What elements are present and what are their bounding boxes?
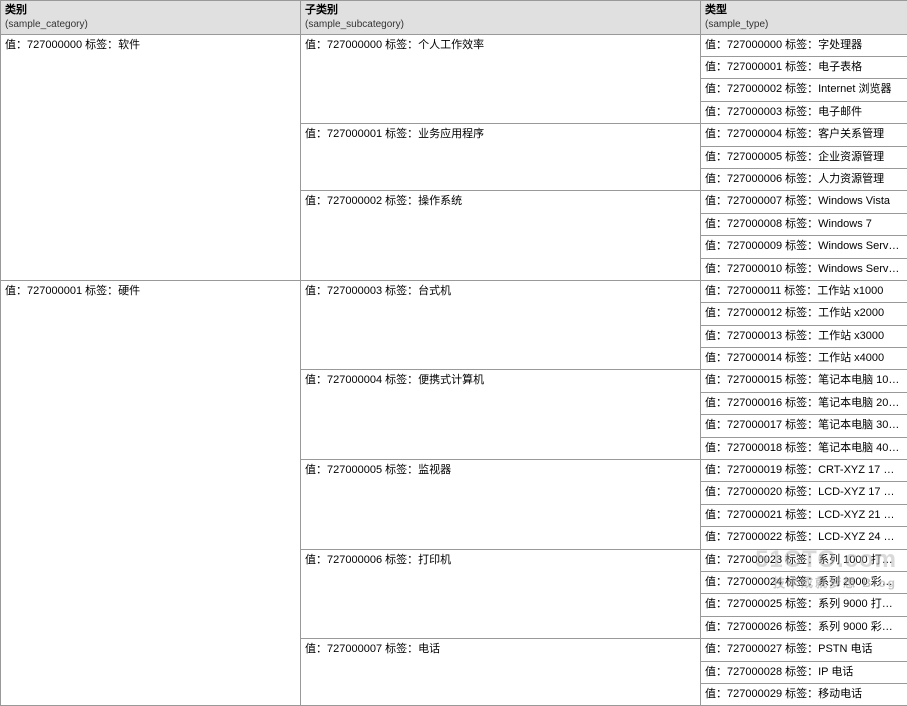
header-type[interactable]: 类型 (sample_type)	[701, 1, 907, 35]
header-category-field: (sample_category)	[5, 19, 88, 30]
category-cell[interactable]: 值：727000000 标签：软件	[1, 35, 301, 281]
subcategory-cell[interactable]: 值：727000004 标签：便携式计算机	[301, 370, 701, 460]
type-container: 值：727000004 标签：客户关系管理值：727000005 标签：企业资源…	[701, 124, 907, 191]
type-cell[interactable]: 值：727000014 标签：工作站 x4000	[701, 348, 907, 370]
subcategory-container: 值：727000000 标签：个人工作效率值：727000000 标签：字处理器…	[301, 35, 907, 281]
subcategory-cell[interactable]: 值：727000001 标签：业务应用程序	[301, 124, 701, 191]
category-table: 类别 (sample_category) 子类别 (sample_subcate…	[0, 0, 907, 706]
type-container: 值：727000023 标签：系列 1000 打印机 - 专用值：7270000…	[701, 550, 907, 640]
header-subcategory[interactable]: 子类别 (sample_subcategory)	[301, 1, 701, 35]
table-body: 值：727000000 标签：软件值：727000000 标签：个人工作效率值：…	[1, 35, 907, 706]
type-cell[interactable]: 值：727000020 标签：LCD-XYZ 17 英寸	[701, 482, 907, 504]
header-category-label: 类别	[5, 4, 27, 16]
type-cell[interactable]: 值：727000017 标签：笔记本电脑 3000 系列	[701, 415, 907, 437]
type-cell[interactable]: 值：727000028 标签：IP 电话	[701, 662, 907, 684]
type-cell[interactable]: 值：727000003 标签：电子邮件	[701, 102, 907, 124]
table-row: 值：727000002 标签：操作系统值：727000007 标签：Window…	[301, 191, 907, 281]
table-row: 值：727000003 标签：台式机值：727000011 标签：工作站 x10…	[301, 281, 907, 371]
type-container: 值：727000015 标签：笔记本电脑 1000 系列值：727000016 …	[701, 370, 907, 460]
type-cell[interactable]: 值：727000006 标签：人力资源管理	[701, 169, 907, 191]
type-cell[interactable]: 值：727000009 标签：Windows Server 2003	[701, 236, 907, 258]
type-cell[interactable]: 值：727000011 标签：工作站 x1000	[701, 281, 907, 303]
header-category[interactable]: 类别 (sample_category)	[1, 1, 301, 35]
type-cell[interactable]: 值：727000029 标签：移动电话	[701, 684, 907, 706]
subcategory-cell[interactable]: 值：727000005 标签：监视器	[301, 460, 701, 550]
subcategory-cell[interactable]: 值：727000006 标签：打印机	[301, 550, 701, 640]
type-container: 值：727000007 标签：Windows Vista值：727000008 …	[701, 191, 907, 281]
header-type-label: 类型	[705, 4, 727, 16]
type-cell[interactable]: 值：727000012 标签：工作站 x2000	[701, 303, 907, 325]
subcategory-cell[interactable]: 值：727000007 标签：电话	[301, 639, 701, 706]
type-cell[interactable]: 值：727000001 标签：电子表格	[701, 57, 907, 79]
type-cell[interactable]: 值：727000019 标签：CRT-XYZ 17 英寸	[701, 460, 907, 482]
header-subcategory-field: (sample_subcategory)	[305, 19, 404, 30]
type-cell[interactable]: 值：727000000 标签：字处理器	[701, 35, 907, 57]
subcategory-cell[interactable]: 值：727000002 标签：操作系统	[301, 191, 701, 281]
type-cell[interactable]: 值：727000002 标签：Internet 浏览器	[701, 79, 907, 101]
table-row: 值：727000000 标签：个人工作效率值：727000000 标签：字处理器…	[301, 35, 907, 125]
type-cell[interactable]: 值：727000010 标签：Windows Server 2008	[701, 259, 907, 281]
type-cell[interactable]: 值：727000021 标签：LCD-XYZ 21 英寸	[701, 505, 907, 527]
type-cell[interactable]: 值：727000023 标签：系列 1000 打印机 - 专用	[701, 550, 907, 572]
table-row: 值：727000001 标签：硬件值：727000003 标签：台式机值：727…	[1, 281, 907, 706]
table-row: 值：727000001 标签：业务应用程序值：727000004 标签：客户关系…	[301, 124, 907, 191]
table-header-row: 类别 (sample_category) 子类别 (sample_subcate…	[1, 1, 907, 35]
type-cell[interactable]: 值：727000018 标签：笔记本电脑 4000 系列	[701, 438, 907, 460]
type-cell[interactable]: 值：727000024 标签：系列 2000 彩色打印机 - 专用	[701, 572, 907, 594]
type-container: 值：727000019 标签：CRT-XYZ 17 英寸值：727000020 …	[701, 460, 907, 550]
type-cell[interactable]: 值：727000025 标签：系列 9000 打印机 - 共享	[701, 594, 907, 616]
table-row: 值：727000000 标签：软件值：727000000 标签：个人工作效率值：…	[1, 35, 907, 281]
category-cell[interactable]: 值：727000001 标签：硬件	[1, 281, 301, 706]
subcategory-container: 值：727000003 标签：台式机值：727000011 标签：工作站 x10…	[301, 281, 907, 706]
subcategory-cell[interactable]: 值：727000003 标签：台式机	[301, 281, 701, 371]
type-cell[interactable]: 值：727000008 标签：Windows 7	[701, 214, 907, 236]
subcategory-cell[interactable]: 值：727000000 标签：个人工作效率	[301, 35, 701, 125]
table-row: 值：727000005 标签：监视器值：727000019 标签：CRT-XYZ…	[301, 460, 907, 550]
type-cell[interactable]: 值：727000027 标签：PSTN 电话	[701, 639, 907, 661]
header-type-field: (sample_type)	[705, 19, 768, 30]
type-cell[interactable]: 值：727000015 标签：笔记本电脑 1000 系列	[701, 370, 907, 392]
type-cell[interactable]: 值：727000004 标签：客户关系管理	[701, 124, 907, 146]
type-cell[interactable]: 值：727000005 标签：企业资源管理	[701, 147, 907, 169]
type-container: 值：727000027 标签：PSTN 电话值：727000028 标签：IP …	[701, 639, 907, 706]
type-cell[interactable]: 值：727000013 标签：工作站 x3000	[701, 326, 907, 348]
table-row: 值：727000004 标签：便携式计算机值：727000015 标签：笔记本电…	[301, 370, 907, 460]
type-cell[interactable]: 值：727000007 标签：Windows Vista	[701, 191, 907, 213]
table-row: 值：727000007 标签：电话值：727000027 标签：PSTN 电话值…	[301, 639, 907, 706]
type-cell[interactable]: 值：727000026 标签：系列 9000 彩色打印机 - 共享	[701, 617, 907, 639]
type-container: 值：727000000 标签：字处理器值：727000001 标签：电子表格值：…	[701, 35, 907, 125]
header-subcategory-label: 子类别	[305, 4, 338, 16]
table-row: 值：727000006 标签：打印机值：727000023 标签：系列 1000…	[301, 550, 907, 640]
type-cell[interactable]: 值：727000016 标签：笔记本电脑 2000 系列	[701, 393, 907, 415]
type-cell[interactable]: 值：727000022 标签：LCD-XYZ 24 英寸	[701, 527, 907, 549]
type-container: 值：727000011 标签：工作站 x1000值：727000012 标签：工…	[701, 281, 907, 371]
